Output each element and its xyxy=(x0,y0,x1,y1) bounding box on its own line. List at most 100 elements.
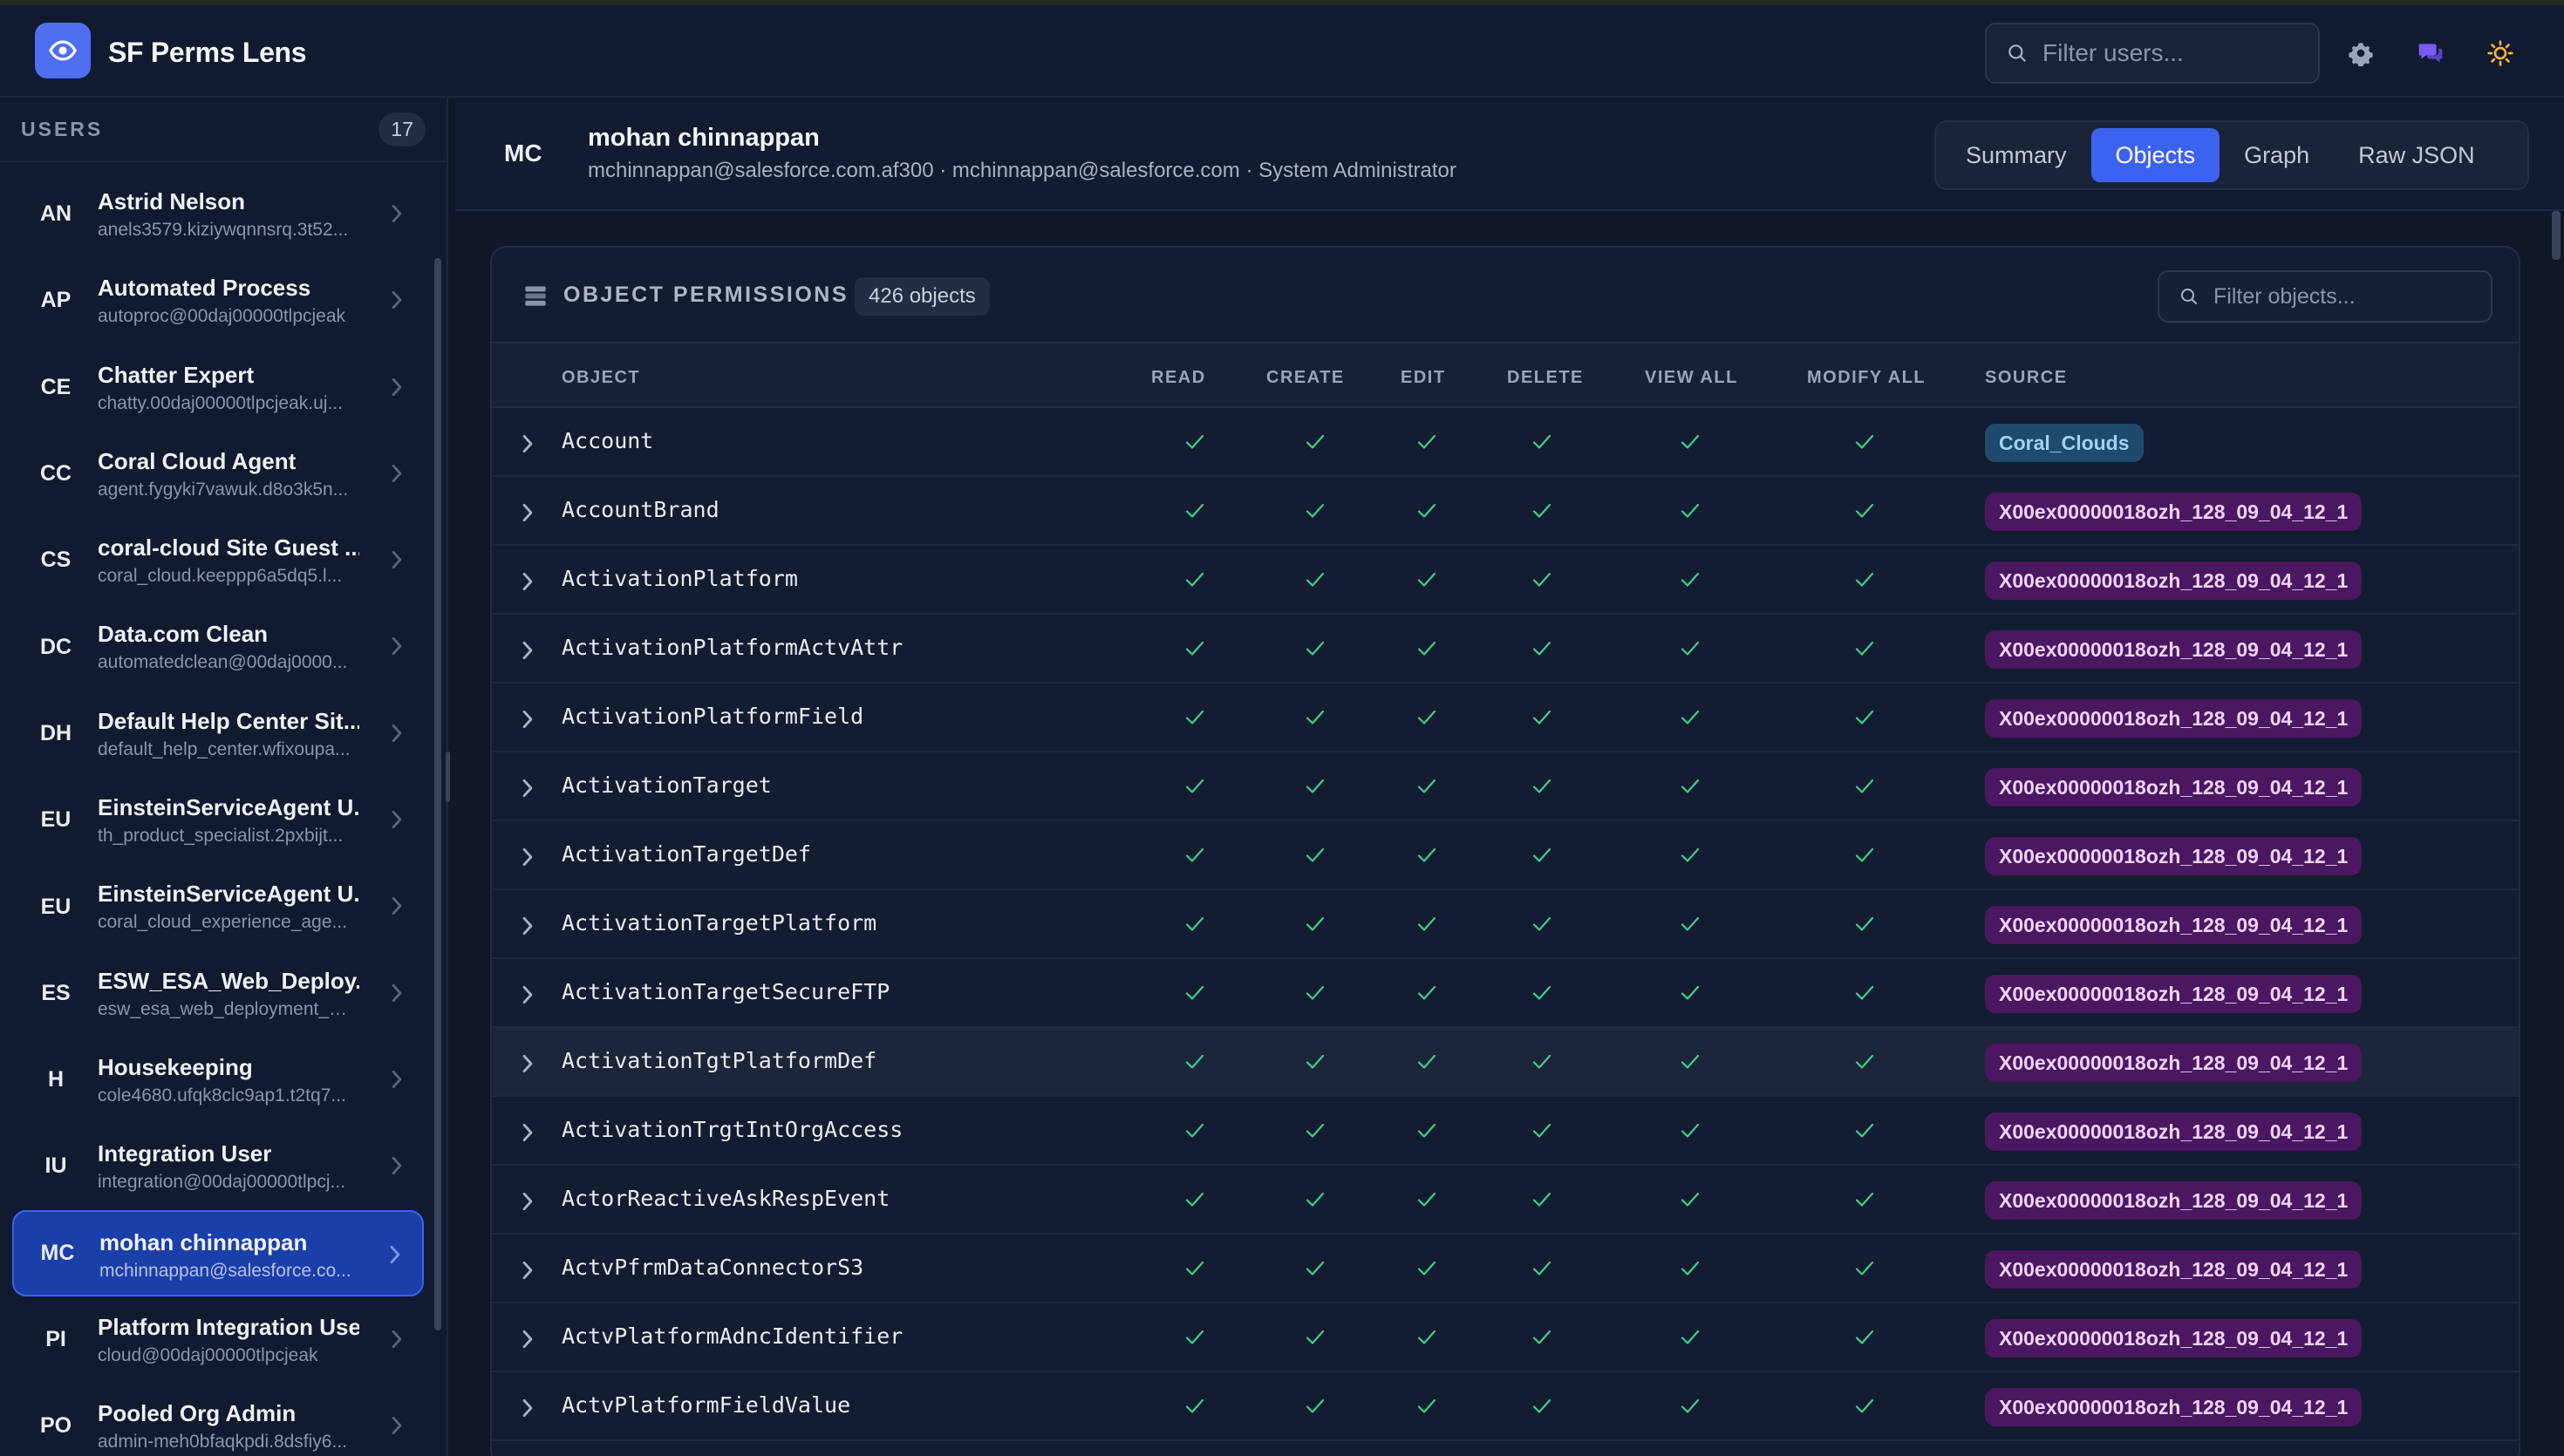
source-badge[interactable]: X00ex00000018ozh_128_09_04_12_1 xyxy=(1985,1388,2363,1426)
user-list-item[interactable]: MC mohan chinnappan mchinnappan@salesforce… xyxy=(12,1209,424,1296)
check-icon xyxy=(1416,1259,1437,1283)
gear-icon[interactable] xyxy=(2346,38,2376,68)
tab-summary[interactable]: Summary xyxy=(1941,128,2091,182)
table-row[interactable]: ActivationTgtPlatformDef X00ex00000018ozh… xyxy=(492,1028,2519,1097)
user-list-item[interactable]: CC Coral Cloud Agent agent.fygyki7vawuk.d8… xyxy=(12,431,424,517)
source-badge[interactable]: X00ex00000018ozh_128_09_04_12_1 xyxy=(1985,906,2363,944)
user-list-item[interactable]: H Housekeeping cole4680.ufqk8clc9ap1.t2tq7… xyxy=(12,1037,424,1123)
avatar: CC xyxy=(39,461,72,486)
table-row[interactable]: ActivationTargetDef X00ex00000018ozh_128_… xyxy=(492,821,2519,890)
chevron-right-icon[interactable] xyxy=(522,847,534,871)
column-header-edit[interactable]: EDIT xyxy=(1401,368,1446,388)
check-icon xyxy=(1680,1397,1701,1420)
main-scrollbar[interactable] xyxy=(2552,211,2561,260)
chevron-right-icon[interactable] xyxy=(522,1192,534,1215)
chevron-right-icon[interactable] xyxy=(522,916,534,940)
user-list-item[interactable]: EU EinsteinServiceAgent U... th_product_sp… xyxy=(12,777,424,863)
avatar: AP xyxy=(40,288,72,313)
check-icon xyxy=(1680,846,1701,869)
check-icon xyxy=(1416,777,1437,800)
table-row[interactable]: AccountBrand X00ex00000018ozh_128_09_04_1… xyxy=(492,477,2519,546)
tab-graph[interactable]: Graph xyxy=(2220,128,2334,182)
sidebar-resize-handle[interactable] xyxy=(446,752,450,802)
check-icon xyxy=(1680,1190,1701,1214)
user-list-item[interactable]: IU Integration User integration@00daj00000… xyxy=(12,1123,424,1209)
chevron-right-icon[interactable] xyxy=(522,572,534,595)
user-list-item[interactable]: PO Pooled Org Admin admin-meh0bfaqkpdi.8ds… xyxy=(12,1383,424,1456)
source-badge[interactable]: X00ex00000018ozh_128_09_04_12_1 xyxy=(1985,493,2363,531)
sidebar-scrollbar[interactable] xyxy=(434,162,443,1456)
table-row[interactable]: ActivationTargetSecureFTP X00ex00000018oz… xyxy=(492,959,2519,1028)
source-badge[interactable]: X00ex00000018ozh_128_09_04_12_1 xyxy=(1985,837,2363,875)
chevron-right-icon[interactable] xyxy=(522,985,534,1009)
table-row[interactable]: ActivationTarget X00ex00000018ozh_128_09_… xyxy=(492,752,2519,821)
source-badge[interactable]: Coral_Clouds xyxy=(1985,424,2144,462)
object-name: ActivationTrgtIntOrgAccess xyxy=(562,1117,904,1142)
chevron-right-icon[interactable] xyxy=(522,434,534,458)
table-row[interactable]: Account Coral_Clouds xyxy=(492,408,2519,477)
source-badge[interactable]: X00ex00000018ozh_128_09_04_12_1 xyxy=(1985,768,2363,806)
tab-objects[interactable]: Objects xyxy=(2090,128,2220,182)
chevron-right-icon xyxy=(391,810,403,833)
table-row[interactable]: ActivationPlatformField X00ex00000018ozh_… xyxy=(492,684,2519,752)
column-header-read[interactable]: READ xyxy=(1151,368,1206,388)
table-row[interactable]: ActivationTargetPlatform X00ex00000018ozh… xyxy=(492,890,2519,959)
column-header-view-all[interactable]: VIEW ALL xyxy=(1645,368,1738,388)
check-icon xyxy=(1680,1052,1701,1076)
table-row[interactable]: ActivationTrgtIntOrgAccess X00ex00000018o… xyxy=(492,1097,2519,1166)
object-permissions-panel: OBJECT PERMISSIONS 426 objects Filter ob… xyxy=(490,246,2520,1456)
object-filter-input[interactable]: Filter objects... xyxy=(2158,270,2492,323)
user-list-item[interactable]: CS coral-cloud Site Guest ... coral_cloud.… xyxy=(12,517,424,603)
column-header-object[interactable]: OBJECT xyxy=(562,368,640,388)
column-header-delete[interactable]: DELETE xyxy=(1507,368,1584,388)
table-row[interactable]: ActivationPlatformActvAttr X00ex00000018o… xyxy=(492,615,2519,684)
source-badge[interactable]: X00ex00000018ozh_128_09_04_12_1 xyxy=(1985,1112,2363,1151)
object-name: ActivationTargetPlatform xyxy=(562,910,877,936)
user-search-input[interactable]: Filter users... xyxy=(1985,23,2320,84)
table-row[interactable]: ActvPfrmDataConnectorS3 X00ex00000018ozh_… xyxy=(492,1235,2519,1303)
chevron-right-icon[interactable] xyxy=(522,1330,534,1353)
column-header-modify-all[interactable]: MODIFY ALL xyxy=(1807,368,1926,388)
panel-title: OBJECT PERMISSIONS xyxy=(563,282,849,307)
user-list-item[interactable]: ES ESW_ESA_Web_Deploy... esw_esa_web_deplo… xyxy=(12,950,424,1037)
table-row[interactable]: ActvPlatformFieldValue X00ex00000018ozh_1… xyxy=(492,1372,2519,1441)
chevron-right-icon[interactable] xyxy=(522,710,534,733)
user-list-item[interactable]: AN Astrid Nelson anels3579.kiziywqnnsrq.3t… xyxy=(12,171,424,257)
check-icon xyxy=(1305,1121,1326,1145)
user-details: mchinnappan@salesforce.com.af300 · mchin… xyxy=(588,159,1456,182)
source-badge[interactable]: X00ex00000018ozh_128_09_04_12_1 xyxy=(1985,630,2363,669)
chevron-right-icon[interactable] xyxy=(522,1398,534,1422)
source-badge[interactable]: X00ex00000018ozh_128_09_04_12_1 xyxy=(1985,975,2363,1013)
avatar: IU xyxy=(44,1153,67,1179)
source-badge[interactable]: X00ex00000018ozh_128_09_04_12_1 xyxy=(1985,1250,2363,1289)
check-icon xyxy=(1531,639,1552,663)
table-row[interactable]: ActorReactiveAskRespEvent X00ex00000018oz… xyxy=(492,1166,2519,1235)
user-list-item[interactable]: AP Automated Process autoproc@00daj00000tl… xyxy=(12,257,424,344)
user-list-item[interactable]: DC Data.com Clean automatedclean@00daj0000… xyxy=(12,603,424,690)
column-header-create[interactable]: CREATE xyxy=(1266,368,1345,388)
check-icon xyxy=(1184,846,1205,869)
source-badge[interactable]: X00ex00000018ozh_128_09_04_12_1 xyxy=(1985,1319,2363,1357)
chevron-right-icon[interactable] xyxy=(522,1123,534,1146)
chevron-right-icon[interactable] xyxy=(522,779,534,802)
sun-icon[interactable] xyxy=(2486,38,2515,68)
chevron-right-icon[interactable] xyxy=(522,1261,534,1284)
user-list-item[interactable]: DH Default Help Center Sit... default_help… xyxy=(12,691,424,777)
check-icon xyxy=(1854,501,1875,525)
chevron-right-icon[interactable] xyxy=(522,1054,534,1078)
user-list-item[interactable]: CE Chatter Expert chatty.00daj00000tlpcjea… xyxy=(12,344,424,431)
table-row[interactable]: ActivationPlatform X00ex00000018ozh_128_0… xyxy=(492,546,2519,615)
check-icon xyxy=(1416,432,1437,456)
source-badge[interactable]: X00ex00000018ozh_128_09_04_12_1 xyxy=(1985,699,2363,738)
user-list-item[interactable]: PI Platform Integration User cloud@00daj00… xyxy=(12,1296,424,1383)
chat-icon[interactable] xyxy=(2416,38,2445,68)
column-header-source[interactable]: SOURCE xyxy=(1985,368,2068,388)
source-badge[interactable]: X00ex00000018ozh_128_09_04_12_1 xyxy=(1985,561,2363,600)
user-list-item[interactable]: EU EinsteinServiceAgent U... coral_cloud_e… xyxy=(12,863,424,949)
chevron-right-icon[interactable] xyxy=(522,503,534,527)
table-row[interactable]: ActvPlatformAdncIdentifier X00ex00000018o… xyxy=(492,1303,2519,1372)
source-badge[interactable]: X00ex00000018ozh_128_09_04_12_1 xyxy=(1985,1044,2363,1082)
chevron-right-icon[interactable] xyxy=(522,641,534,664)
source-badge[interactable]: X00ex00000018ozh_128_09_04_12_1 xyxy=(1985,1181,2363,1220)
tab-raw-json[interactable]: Raw JSON xyxy=(2334,128,2499,182)
